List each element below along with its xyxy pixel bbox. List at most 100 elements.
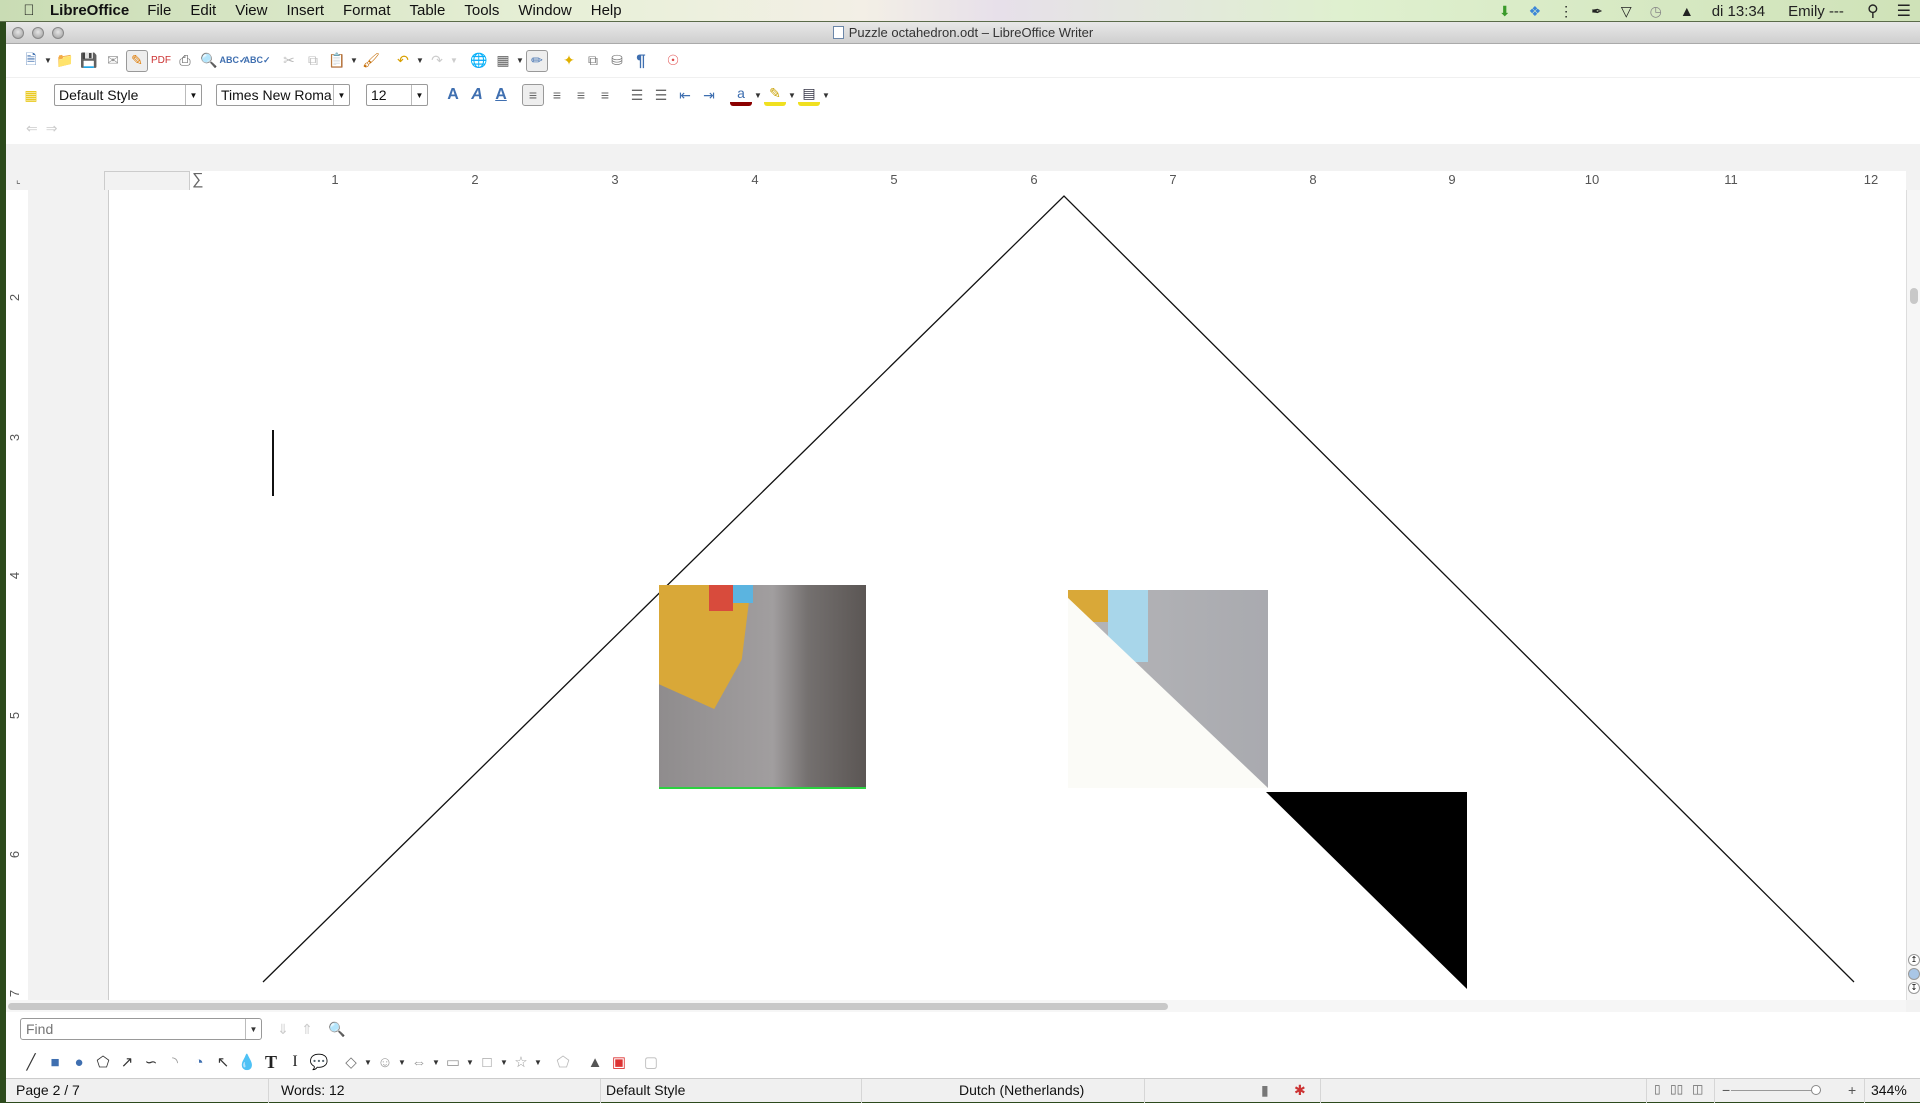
vertical-text-icon[interactable]: I — [284, 1051, 306, 1073]
tab-stop-type-icon[interactable]: ⌞ — [16, 175, 21, 186]
align-center-icon[interactable]: ≡ — [546, 84, 568, 106]
menu-tools[interactable]: Tools — [464, 2, 499, 19]
fontwork-icon[interactable]: ▲ — [584, 1051, 606, 1073]
text-tool-icon[interactable]: T — [260, 1051, 282, 1073]
ellipse-pie-icon[interactable]: ◔ — [188, 1051, 210, 1073]
new-document-icon[interactable]: 🗎 — [20, 50, 42, 72]
table-icon[interactable]: ▦ — [492, 50, 514, 72]
chevron-down-icon[interactable]: ▼ — [333, 85, 349, 105]
spotlight-search-icon[interactable]: ⚲ — [1867, 1, 1879, 21]
vertical-ruler[interactable]: 2 3 4 5 6 7 — [6, 190, 28, 1000]
edit-mode-icon[interactable]: ✎ — [126, 49, 148, 72]
navigation-icon[interactable] — [1908, 968, 1920, 980]
dropbox-icon[interactable]: ❖ — [1529, 3, 1542, 20]
menu-table[interactable]: Table — [410, 2, 446, 19]
block-arrows-dropdown-icon[interactable]: ▼ — [432, 1051, 440, 1073]
flowchart-dropdown-icon[interactable]: ▼ — [466, 1051, 474, 1073]
find-previous-icon[interactable]: ⇑ — [296, 1018, 318, 1040]
basic-shapes-dropdown-icon[interactable]: ▼ — [364, 1051, 372, 1073]
stars-icon[interactable]: ☆ — [510, 1051, 532, 1073]
book-view-icon[interactable]: ◫ — [1692, 1082, 1703, 1096]
bullets-icon[interactable]: ☰ — [650, 84, 672, 106]
ellipse-tool-icon[interactable]: ● — [68, 1051, 90, 1073]
spellcheck-icon[interactable]: ABC✓ — [219, 50, 246, 72]
freeform-line-icon[interactable]: ∽ — [140, 1051, 162, 1073]
find-combobox[interactable]: ▼ — [20, 1018, 262, 1040]
help-icon[interactable]: ☉ — [662, 50, 684, 72]
zoom-level[interactable]: 344% — [1871, 1082, 1907, 1098]
paste-dropdown-icon[interactable]: ▼ — [350, 50, 358, 72]
formatting-marks-icon[interactable]: ¶ — [630, 50, 652, 72]
polygon-tool-icon[interactable]: ⬠ — [92, 1051, 114, 1073]
increase-indent-icon[interactable]: ⇥ — [698, 84, 720, 106]
menu-view[interactable]: View — [235, 2, 267, 19]
zoom-in-button[interactable]: + — [1848, 1082, 1856, 1098]
zoom-window-button[interactable] — [52, 27, 64, 39]
font-color-dropdown-icon[interactable]: ▼ — [754, 84, 762, 106]
font-color-icon[interactable]: a — [730, 84, 752, 106]
align-left-icon[interactable]: ≡ — [522, 84, 544, 106]
undo-icon[interactable]: ↶ — [392, 50, 414, 72]
find-next-icon[interactable]: ⇓ — [272, 1018, 294, 1040]
hyperlink-icon[interactable]: 🌐 — [468, 50, 490, 72]
background-color-icon[interactable]: ▤ — [798, 84, 820, 106]
cut-icon[interactable]: ✂ — [278, 50, 300, 72]
export-pdf-icon[interactable]: PDF — [150, 50, 172, 72]
highlighting-icon[interactable]: ✎ — [764, 84, 786, 106]
redo-icon[interactable]: ↷ — [426, 50, 448, 72]
insert-image-icon[interactable]: ▣ — [608, 1051, 630, 1073]
open-folder-icon[interactable]: 📁 — [54, 50, 76, 72]
font-name-select[interactable]: Times New Roma ▼ — [216, 84, 350, 106]
stars-dropdown-icon[interactable]: ▼ — [534, 1051, 542, 1073]
chevron-down-icon[interactable]: ▼ — [411, 85, 427, 105]
download-tray-icon[interactable]: ⬇ — [1499, 3, 1511, 20]
menu-format[interactable]: Format — [343, 2, 391, 19]
callouts-icon[interactable]: □ — [476, 1051, 498, 1073]
navigator-icon[interactable]: ✦ — [558, 50, 580, 72]
underline-icon[interactable]: A — [490, 84, 512, 106]
justify-icon[interactable]: ≡ — [594, 84, 616, 106]
document-modified-icon[interactable]: ✱ — [1294, 1082, 1306, 1099]
horizontal-scrollbar[interactable] — [6, 1000, 1906, 1012]
paste-icon[interactable]: 📋 — [326, 50, 348, 72]
symbol-shapes-dropdown-icon[interactable]: ▼ — [398, 1051, 406, 1073]
close-window-button[interactable] — [12, 27, 24, 39]
minimize-window-button[interactable] — [32, 27, 44, 39]
callout-icon[interactable]: 💬 — [308, 1051, 330, 1073]
gallery-icon[interactable]: ⧉ — [582, 50, 604, 72]
document-page[interactable] — [108, 190, 1914, 1000]
page-count[interactable]: Page 2 / 7 — [16, 1082, 80, 1098]
word-count[interactable]: Words: 12 — [281, 1082, 345, 1098]
wifi-icon[interactable]: ▽ — [1621, 3, 1632, 20]
show-draw-functions-icon[interactable]: ✏ — [526, 49, 548, 72]
undo-dropdown-icon[interactable]: ▼ — [416, 50, 424, 72]
previous-page-icon[interactable]: ↥ — [1908, 954, 1920, 966]
forward-arrow-icon[interactable]: ⇒ — [46, 120, 58, 137]
vertical-scrollbar[interactable]: ↥ ↧ — [1906, 190, 1920, 1000]
pen-icon[interactable]: ✒ — [1591, 3, 1603, 20]
menu-insert[interactable]: Insert — [286, 2, 324, 19]
page-style[interactable]: Default Style — [606, 1082, 685, 1098]
language[interactable]: Dutch (Netherlands) — [959, 1082, 1084, 1098]
user-name[interactable]: Emily --- — [1788, 3, 1844, 20]
find-replace-icon[interactable]: 🔍 — [326, 1018, 348, 1040]
copy-icon[interactable]: ⧉ — [302, 50, 324, 72]
paragraph-style-select[interactable]: Default Style ▼ — [54, 84, 202, 106]
symbol-shapes-icon[interactable]: ☺ — [374, 1051, 396, 1073]
menu-edit[interactable]: Edit — [190, 2, 216, 19]
zoom-slider[interactable] — [1731, 1090, 1821, 1091]
align-right-icon[interactable]: ≡ — [570, 84, 592, 106]
rectangle-tool-icon[interactable]: ■ — [44, 1051, 66, 1073]
vertical-scroll-thumb[interactable] — [1910, 288, 1918, 304]
next-page-icon[interactable]: ↧ — [1908, 982, 1920, 994]
print-preview-icon[interactable]: 🔍 — [198, 50, 220, 72]
bold-icon[interactable]: A — [442, 84, 464, 106]
data-sources-icon[interactable]: ⛁ — [606, 50, 628, 72]
find-input[interactable] — [21, 1021, 245, 1037]
back-arrow-icon[interactable]: ⇐ — [26, 120, 38, 137]
clock[interactable]: di 13:34 — [1712, 3, 1765, 20]
decrease-indent-icon[interactable]: ⇤ — [674, 84, 696, 106]
insert-mode-icon[interactable]: ▮ — [1261, 1082, 1269, 1099]
flowchart-icon[interactable]: ▭ — [442, 1051, 464, 1073]
chevron-down-icon[interactable]: ▼ — [245, 1019, 261, 1039]
